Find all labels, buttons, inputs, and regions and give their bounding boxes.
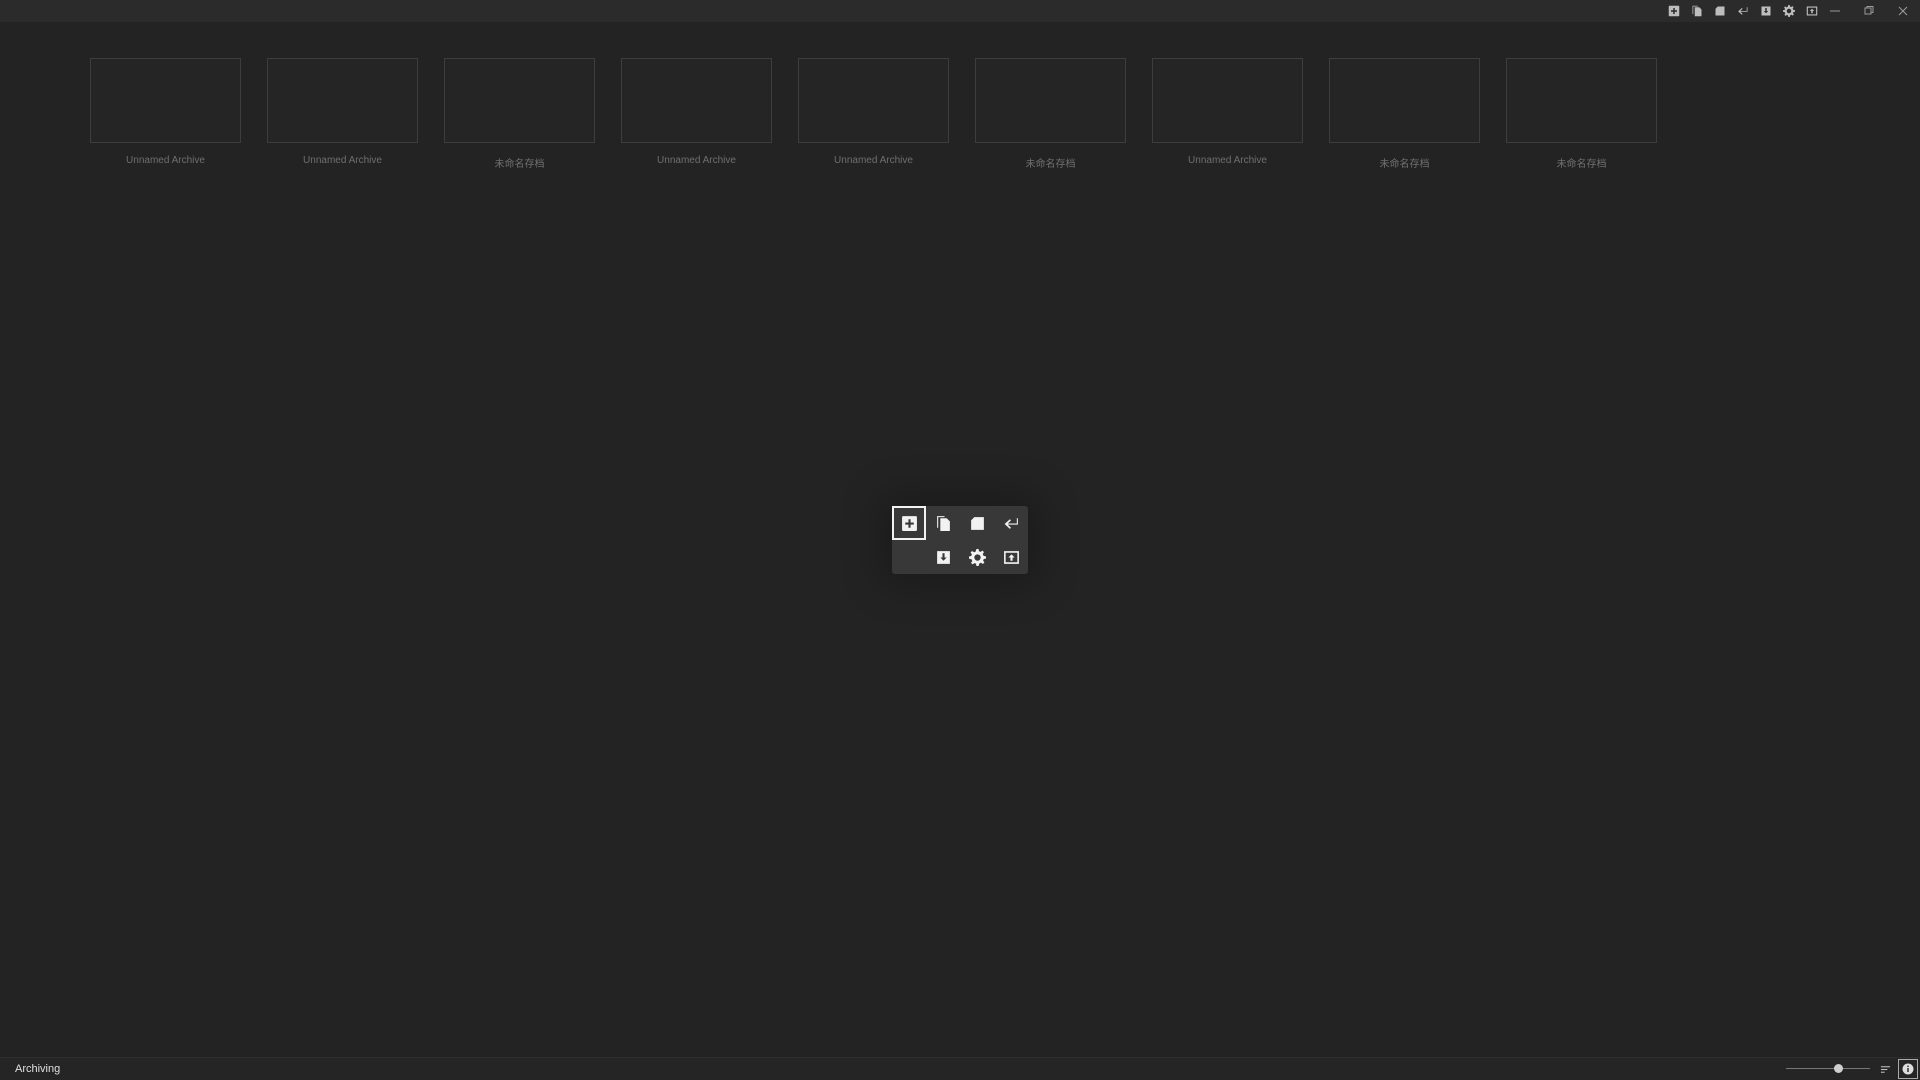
- archive-thumbnail[interactable]: [1152, 58, 1303, 143]
- archive-label: Unnamed Archive: [1188, 155, 1267, 166]
- load-icon: [1761, 6, 1770, 16]
- archive-thumbnail[interactable]: [267, 58, 418, 143]
- close-icon: [1898, 6, 1908, 16]
- window-controls: [1818, 0, 1920, 22]
- restore-icon: [1864, 6, 1874, 15]
- title-toolbar: [1665, 0, 1820, 22]
- archive-item[interactable]: 未命名存档: [444, 58, 595, 170]
- archive-item[interactable]: Unnamed Archive: [267, 58, 418, 170]
- save-icon: [1715, 6, 1724, 16]
- archive-item[interactable]: Unnamed Archive: [1152, 58, 1303, 170]
- info-button[interactable]: [1898, 1059, 1918, 1079]
- palette-undo-button[interactable]: [994, 506, 1028, 540]
- new-archive-button[interactable]: [1665, 0, 1682, 22]
- archive-thumbnail[interactable]: [444, 58, 595, 143]
- archive-label: 未命名存档: [1556, 159, 1607, 170]
- zoom-slider[interactable]: [1786, 1063, 1870, 1075]
- load-archive-button[interactable]: [1757, 0, 1774, 22]
- archive-item[interactable]: 未命名存档: [1506, 58, 1657, 170]
- palette-save-button[interactable]: [960, 506, 994, 540]
- load-icon: [936, 550, 950, 564]
- restore-button[interactable]: [1852, 0, 1886, 22]
- undo-icon: [1004, 517, 1018, 529]
- palette-settings-button[interactable]: [960, 540, 994, 574]
- archive-item[interactable]: 未命名存档: [1329, 58, 1480, 170]
- new-icon: [1668, 5, 1679, 17]
- palette-export-button[interactable]: [994, 540, 1028, 574]
- quick-action-palette: [892, 506, 1028, 574]
- archive-thumbnail[interactable]: [798, 58, 949, 143]
- undo-button[interactable]: [1734, 0, 1751, 22]
- minimize-button[interactable]: [1818, 0, 1852, 22]
- archive-thumbnail[interactable]: [1506, 58, 1657, 143]
- copy-icon: [1692, 5, 1701, 17]
- undo-icon: [1737, 7, 1747, 15]
- save-archive-button[interactable]: [1711, 0, 1728, 22]
- copy-archive-button[interactable]: [1688, 0, 1705, 22]
- archive-thumbnail[interactable]: [90, 58, 241, 143]
- archive-thumbnail[interactable]: [621, 58, 772, 143]
- close-button[interactable]: [1886, 0, 1920, 22]
- palette-copy-button[interactable]: [926, 506, 960, 540]
- export-icon: [1003, 550, 1019, 564]
- title-bar: [0, 0, 1920, 22]
- archive-label: 未命名存档: [1025, 159, 1076, 170]
- gear-icon: [1782, 5, 1795, 17]
- settings-button[interactable]: [1780, 0, 1797, 22]
- zoom-slider-thumb[interactable]: [1834, 1064, 1844, 1073]
- new-icon: [901, 515, 917, 531]
- archive-label: Unnamed Archive: [126, 155, 205, 166]
- archive-thumbnail[interactable]: [1329, 58, 1480, 143]
- archive-label: 未命名存档: [1379, 159, 1430, 170]
- archive-item[interactable]: Unnamed Archive: [621, 58, 772, 170]
- palette-new-button[interactable]: [892, 506, 926, 540]
- palette-load-button[interactable]: [926, 540, 960, 574]
- copy-icon: [936, 515, 950, 531]
- gear-icon: [968, 548, 986, 566]
- minimize-icon: [1830, 10, 1840, 12]
- archive-label: Unnamed Archive: [303, 155, 382, 166]
- archive-label: Unnamed Archive: [834, 155, 913, 166]
- archive-list: Unnamed Archive Unnamed Archive 未命名存档 Un…: [90, 58, 1657, 170]
- sort-icon: [1880, 1065, 1890, 1073]
- archive-label: Unnamed Archive: [657, 155, 736, 166]
- export-icon: [1806, 6, 1817, 16]
- info-icon: [1902, 1063, 1914, 1075]
- archive-item[interactable]: 未命名存档: [975, 58, 1126, 170]
- save-icon: [970, 516, 984, 530]
- zoom-slider-track: [1786, 1068, 1870, 1069]
- archive-item[interactable]: Unnamed Archive: [798, 58, 949, 170]
- palette-empty-slot: [892, 540, 926, 574]
- status-text: Archiving: [15, 1063, 61, 1075]
- archive-label: 未命名存档: [494, 159, 545, 170]
- archive-thumbnail[interactable]: [975, 58, 1126, 143]
- status-bar: Archiving: [0, 1057, 1920, 1080]
- sort-button[interactable]: [1878, 1062, 1892, 1076]
- archive-item[interactable]: Unnamed Archive: [90, 58, 241, 170]
